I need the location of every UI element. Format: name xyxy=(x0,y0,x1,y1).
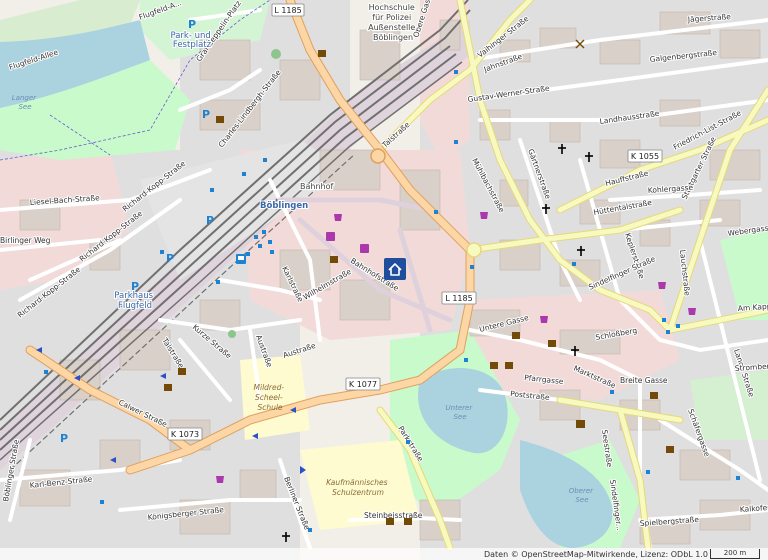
bus-stop-icon xyxy=(666,330,670,334)
tree-icon xyxy=(271,49,281,59)
townhall-icon xyxy=(216,116,224,123)
bus-stop-icon xyxy=(646,470,650,474)
cinema-icon xyxy=(576,420,585,428)
police-icon xyxy=(318,50,326,57)
shop-icon xyxy=(360,244,369,253)
bus-stop-icon xyxy=(610,390,614,394)
label-hochschule: Hochschule für Polizei Außenstelle Böbli… xyxy=(368,3,418,42)
bus-stop-icon xyxy=(676,324,680,328)
svg-text:K 1055: K 1055 xyxy=(631,152,659,161)
shop-icon xyxy=(326,232,335,241)
bus-stop-icon xyxy=(454,140,458,144)
bus-stop-icon xyxy=(268,240,272,244)
parking-icon: P xyxy=(60,432,68,445)
bus-stop-icon xyxy=(44,370,48,374)
roundabout-center xyxy=(466,242,482,258)
bus-stop-icon xyxy=(216,280,220,284)
museum-icon xyxy=(548,340,556,347)
bus-stop-icon xyxy=(454,70,458,74)
library-icon xyxy=(666,446,674,453)
label-bahnhof: Bahnhof xyxy=(300,182,333,191)
townhall-icon xyxy=(330,256,338,263)
bus-stop-icon xyxy=(242,172,246,176)
library-icon xyxy=(164,384,172,391)
label-breite-gasse: Breite Gasse xyxy=(620,376,668,385)
label-boeblingen-station: Böblingen xyxy=(260,201,308,211)
road-shield-l1185-top: L 1185 xyxy=(271,3,305,17)
shop-icon xyxy=(334,214,342,221)
svg-text:K 1077: K 1077 xyxy=(349,380,377,389)
bus-stop-icon xyxy=(210,188,214,192)
road-shield-k1055: K 1055 xyxy=(627,149,663,163)
parking-icon: P xyxy=(206,214,214,227)
bus-stop-icon xyxy=(406,440,410,444)
parking-icon: P xyxy=(166,252,174,265)
bus-stop-icon xyxy=(160,250,164,254)
attribution-text: Daten © OpenStreetMap-Mitwirkende, Lizen… xyxy=(483,549,708,559)
svg-text:L 1185: L 1185 xyxy=(445,294,472,303)
svg-text:L 1185: L 1185 xyxy=(274,6,301,15)
bus-stop-icon xyxy=(470,265,474,269)
tree-icon xyxy=(228,330,236,338)
label-kaufm-schulzentrum: Kaufmännisches Schulzentrum xyxy=(326,478,390,497)
scale-label: 200 m xyxy=(723,549,747,557)
bus-stop-icon xyxy=(263,158,267,162)
museum-icon xyxy=(505,362,513,369)
bus-stop-icon xyxy=(308,528,312,532)
museum-icon xyxy=(490,362,498,369)
map-attribution-bar: Daten © OpenStreetMap-Mitwirkende, Lizen… xyxy=(0,548,768,560)
bus-stop-icon xyxy=(258,244,262,248)
bus-stop-icon xyxy=(254,235,258,239)
archive-icon xyxy=(650,392,658,399)
label-park-festplatz: Park- und Festplatz xyxy=(170,31,213,50)
label-parkhaus: Parkhaus Flugfeld xyxy=(114,291,155,311)
shop-icon xyxy=(216,476,224,483)
label-talstrasse-top: Talstraße xyxy=(380,120,412,150)
bus-stop-icon xyxy=(662,318,666,322)
road-shield-k1073: K 1073 xyxy=(167,427,203,441)
shop-icon xyxy=(658,282,666,289)
bus-stop-icon xyxy=(270,250,274,254)
parking-icon: P xyxy=(202,108,210,121)
court-icon xyxy=(178,368,186,375)
bus-stop-icon xyxy=(246,252,250,256)
label-kalkofen: Kalkofen xyxy=(740,503,768,514)
location-marker[interactable] xyxy=(384,258,406,280)
label-mildred-scheel: Mildred- Scheel- Schule xyxy=(254,383,287,412)
bus-stop-icon xyxy=(100,500,104,504)
scale-bar: 200 m xyxy=(710,549,760,559)
map-canvas[interactable]: L 1185 L 1185 K 1055 K 1077 K 1073 Flugf… xyxy=(0,0,768,560)
parking-icon: P xyxy=(131,280,139,293)
bus-stop-icon xyxy=(464,358,468,362)
parking-icon: P xyxy=(188,18,196,31)
shop-icon xyxy=(688,308,696,315)
bus-stop-icon xyxy=(262,230,266,234)
court-icon xyxy=(386,518,394,525)
shop-icon xyxy=(480,212,488,219)
court-icon xyxy=(404,518,412,525)
bus-stop-icon xyxy=(572,262,576,266)
svg-text:K 1073: K 1073 xyxy=(171,430,199,439)
roundabout-talstrasse xyxy=(370,148,386,164)
road-shield-k1077: K 1077 xyxy=(345,377,381,391)
bus-stop-icon xyxy=(736,476,740,480)
museum-icon xyxy=(512,332,520,339)
label-birlinger: Birlinger Weg xyxy=(0,236,51,245)
map-view[interactable]: L 1185 L 1185 K 1055 K 1077 K 1073 Flugf… xyxy=(0,0,768,560)
shop-icon xyxy=(540,316,548,323)
bus-station-icon xyxy=(236,254,246,264)
road-shield-l1185-mid: L 1185 xyxy=(441,291,477,305)
bus-stop-icon xyxy=(434,210,438,214)
